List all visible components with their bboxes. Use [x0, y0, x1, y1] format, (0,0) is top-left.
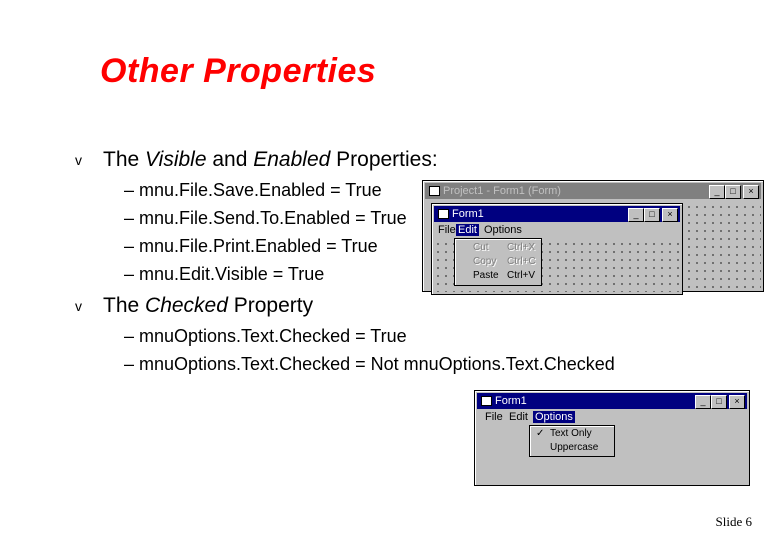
subitem: – mnuOptions.Text.Checked = True: [124, 326, 407, 346]
subitem: – mnu.File.Print.Enabled = True: [124, 236, 378, 256]
minimize-button[interactable]: _: [709, 185, 725, 199]
slide-title: Other Properties: [100, 52, 377, 90]
window-icon: [429, 186, 440, 197]
form1-menubar: File Edit Options: [434, 223, 680, 239]
bullet-text-italic: Checked: [145, 294, 228, 317]
menu-edit[interactable]: Edit: [509, 411, 528, 423]
close-button[interactable]: ×: [662, 208, 678, 222]
menu-item-paste[interactable]: Paste Ctrl+V: [455, 269, 541, 283]
minimize-button[interactable]: _: [695, 395, 711, 409]
menu-item-cut[interactable]: Cut Ctrl+X: [455, 241, 541, 255]
form1-options-window: Form1 _ □ × File Edit Options ✓ Text Onl…: [474, 390, 750, 486]
bullet-text-italic: Visible: [145, 148, 207, 171]
form1-menubar: File Edit Options: [477, 410, 747, 426]
bullet-mark: v: [75, 152, 82, 168]
edit-menu-dropdown: Cut Ctrl+X Copy Ctrl+C Paste Ctrl+V: [454, 238, 542, 286]
menu-item-label: Paste: [473, 270, 499, 281]
subitem: – mnu.Edit.Visible = True: [124, 264, 325, 284]
bullet-mark: v: [75, 298, 82, 314]
options-menu-dropdown: ✓ Text Only Uppercase: [529, 425, 615, 457]
menu-item-text-only[interactable]: ✓ Text Only: [530, 427, 614, 441]
bullet-text: The: [103, 148, 146, 171]
close-button[interactable]: ×: [743, 185, 759, 199]
maximize-button[interactable]: □: [725, 185, 741, 199]
form1-title: Form1: [452, 208, 484, 220]
menu-file[interactable]: File: [485, 411, 503, 423]
maximize-button[interactable]: □: [644, 208, 660, 222]
menu-edit[interactable]: Edit: [456, 224, 479, 236]
menu-item-shortcut: Ctrl+C: [507, 256, 536, 267]
vb-project-window: Project1 - Form1 (Form) _ □ × Form1 _ □ …: [422, 180, 764, 295]
check-mark-icon: ✓: [536, 428, 545, 439]
bullet-text: Property: [227, 294, 314, 317]
project-design-grid: [685, 203, 761, 289]
minimize-button[interactable]: _: [628, 208, 644, 222]
menu-item-label: Cut: [473, 242, 489, 253]
close-button[interactable]: ×: [729, 395, 745, 409]
bullet-checked: v The Checked Property: [75, 294, 314, 318]
menu-file[interactable]: File: [438, 224, 456, 236]
subitem: – mnuOptions.Text.Checked = Not mnuOptio…: [124, 354, 615, 374]
maximize-button[interactable]: □: [711, 395, 727, 409]
bullet-text: The: [103, 294, 146, 317]
bullet-text: Properties:: [330, 148, 438, 171]
subitem: – mnu.File.Send.To.Enabled = True: [124, 208, 407, 228]
subitem: – mnu.File.Save.Enabled = True: [124, 180, 382, 200]
menu-item-label: Uppercase: [550, 442, 599, 453]
slide-number: Slide 6: [715, 514, 752, 529]
form1-window: Form1 _ □ × File Edit Options Cut Ctrl+X…: [431, 203, 683, 295]
window-icon: [481, 396, 492, 407]
menu-item-shortcut: Ctrl+V: [507, 270, 536, 281]
bullet-text-italic: Enabled: [253, 148, 331, 171]
bullet-text: and: [206, 148, 254, 171]
menu-options[interactable]: Options: [533, 411, 575, 423]
project-window-title: Project1 - Form1 (Form): [443, 185, 561, 197]
menu-item-uppercase[interactable]: Uppercase: [530, 441, 614, 455]
bullet-visible-enabled: v The Visible and Enabled Properties:: [75, 148, 438, 172]
menu-options[interactable]: Options: [484, 224, 522, 236]
menu-item-shortcut: Ctrl+X: [507, 242, 536, 253]
form1-title: Form1: [495, 395, 527, 407]
menu-item-label: Text Only: [550, 428, 592, 439]
menu-item-label: Copy: [473, 256, 497, 267]
window-icon: [438, 209, 449, 220]
menu-item-copy[interactable]: Copy Ctrl+C: [455, 255, 541, 269]
